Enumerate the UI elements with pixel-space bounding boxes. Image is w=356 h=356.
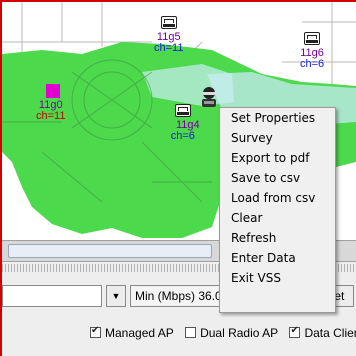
access-point-icon	[174, 104, 191, 117]
menu-item-clear[interactable]: Clear	[220, 208, 335, 228]
menu-item-refresh[interactable]: Refresh	[220, 228, 335, 248]
data-client-icon[interactable]	[200, 86, 218, 108]
access-point-11g0[interactable]: 11g0 ch=11	[36, 100, 65, 122]
data-client-checkbox[interactable]: Data Client	[289, 325, 356, 340]
managed-ap-checkbox[interactable]: Managed AP	[90, 325, 174, 340]
checkbox-label: Dual Radio AP	[200, 326, 279, 340]
magenta-square-icon[interactable]	[46, 84, 60, 98]
scrollbar-thumb[interactable]	[8, 244, 212, 258]
access-point-11g6[interactable]: 11g6 ch=6	[300, 32, 324, 70]
chevron-down-icon: ▼	[111, 291, 121, 301]
checkbox-label: Data Client	[304, 326, 356, 340]
checkbox-label: Managed AP	[105, 326, 174, 340]
access-point-icon	[304, 32, 321, 45]
ap-channel: ch=6	[300, 58, 325, 70]
checkbox-box[interactable]	[90, 325, 101, 338]
selection-field[interactable]	[2, 285, 102, 307]
ap-channel: ch=11	[154, 42, 184, 54]
ap-channel: ch=6	[170, 130, 195, 142]
dual-radio-ap-checkbox[interactable]: Dual Radio AP	[185, 326, 278, 340]
checkbox-box[interactable]	[185, 327, 197, 338]
menu-item-set-properties[interactable]: Set Properties	[220, 108, 335, 128]
checkbox-box[interactable]	[289, 325, 301, 338]
ap-channel: ch=11	[36, 110, 66, 122]
menu-item-save-csv[interactable]: Save to csv	[220, 168, 335, 188]
access-point-11g5[interactable]: 11g5 ch=11	[154, 16, 183, 54]
dropdown-button[interactable]: ▼	[106, 285, 126, 307]
access-point-icon	[160, 16, 177, 29]
filter-checkboxes: Managed AP Dual Radio AP Data Client	[90, 325, 356, 342]
menu-item-load-csv[interactable]: Load from csv	[220, 188, 335, 208]
access-point-11g4[interactable]: 11g4 ch=6	[166, 104, 200, 142]
menu-item-survey[interactable]: Survey	[220, 128, 335, 148]
menu-item-exit-vss[interactable]: Exit VSS	[220, 268, 335, 288]
menu-item-export-pdf[interactable]: Export to pdf	[220, 148, 335, 168]
context-menu: Set Properties Survey Export to pdf Save…	[219, 107, 336, 313]
menu-item-enter-data[interactable]: Enter Data	[220, 248, 335, 268]
